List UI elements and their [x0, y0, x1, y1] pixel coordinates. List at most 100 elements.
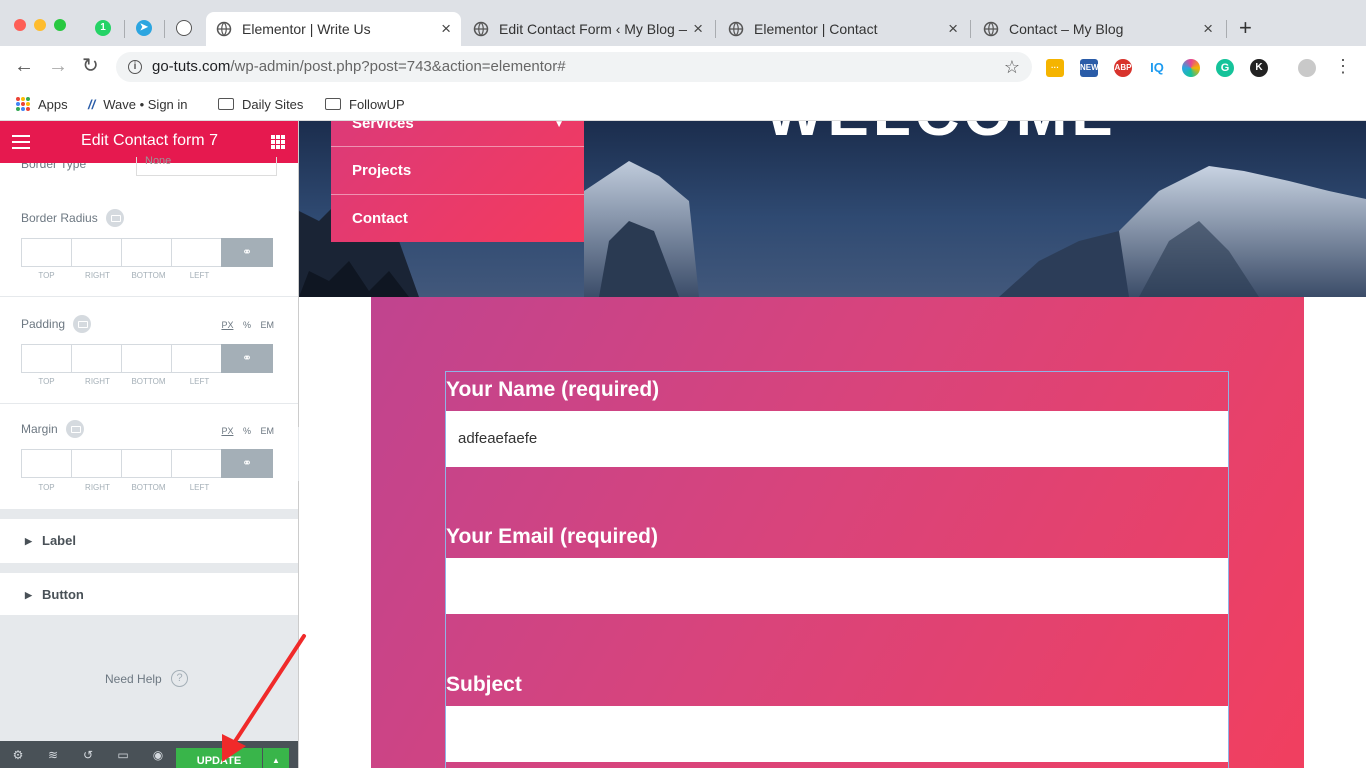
responsive-mode-icon[interactable]: ▭	[117, 749, 129, 761]
widgets-grid-icon[interactable]	[271, 135, 285, 149]
adblock-plus-icon[interactable]: ABP	[1114, 59, 1132, 77]
tab-elementor-contact[interactable]: Elementor | Contact ×	[718, 12, 968, 46]
apps-grid-icon	[16, 97, 30, 111]
padding-dimensions: ⚭	[21, 344, 277, 373]
dimension-top-input[interactable]	[21, 344, 72, 373]
link-values-icon[interactable]: ⚭	[221, 449, 273, 478]
globe-icon[interactable]	[176, 20, 192, 36]
dim-label-bottom: BOTTOM	[131, 377, 166, 386]
tab-title: Edit Contact Form ‹ My Blog —	[499, 21, 688, 37]
dimension-bottom-input[interactable]	[121, 238, 172, 267]
bookmark-star-icon[interactable]: ☆	[1004, 52, 1020, 82]
menu-kebab-icon[interactable]: ⋮	[1334, 54, 1352, 78]
question-circle-icon[interactable]: ?	[171, 670, 188, 687]
close-tab-icon[interactable]: ×	[441, 19, 451, 39]
section-label[interactable]: ▶ Label	[0, 519, 298, 563]
whatsapp-icon[interactable]: 1	[95, 20, 111, 36]
k-extension-icon[interactable]: K	[1250, 59, 1268, 77]
dimension-left-input[interactable]	[171, 449, 222, 478]
red-annotation-arrow-icon	[222, 634, 306, 762]
responsive-device-icon[interactable]	[65, 420, 84, 438]
bookmark-followup[interactable]: FollowUP	[325, 94, 405, 114]
margin-label: Margin	[21, 420, 84, 438]
back-arrow-icon[interactable]: ←	[14, 54, 34, 78]
border-type-select[interactable]: None	[136, 156, 277, 176]
tab-edit-contact-form[interactable]: Edit Contact Form ‹ My Blog — ×	[463, 12, 713, 46]
section-button[interactable]: ▶ Button	[0, 573, 298, 617]
dim-label-left: LEFT	[189, 271, 210, 280]
dimension-right-input[interactable]	[71, 449, 122, 478]
close-tab-icon[interactable]: ×	[693, 19, 703, 39]
iq-extension-icon[interactable]: IQ	[1148, 59, 1166, 77]
tab-title: Elementor | Write Us	[242, 21, 371, 37]
close-tab-icon[interactable]: ×	[1203, 19, 1213, 39]
unit-em[interactable]: EM	[261, 320, 275, 330]
dimension-top-input[interactable]	[21, 238, 72, 267]
bookmark-apps[interactable]: Apps	[16, 94, 68, 114]
grammarly-icon[interactable]: G	[1216, 59, 1234, 77]
minimize-window-button[interactable]	[34, 19, 46, 31]
new-tab-button[interactable]: +	[1239, 17, 1252, 39]
dim-label-right: RIGHT	[85, 377, 110, 386]
telegram-icon[interactable]: ➤	[136, 20, 152, 36]
forward-arrow-icon[interactable]: →	[48, 54, 68, 78]
tab-elementor-write-us[interactable]: Elementor | Write Us ×	[206, 12, 461, 46]
dimension-bottom-input[interactable]	[121, 344, 172, 373]
panel-title: Edit Contact form 7	[81, 132, 218, 149]
unit-px[interactable]: PX	[221, 320, 233, 330]
menu-item-services[interactable]: Services	[352, 121, 414, 132]
dimension-right-input[interactable]	[71, 344, 122, 373]
info-icon[interactable]: i	[128, 60, 142, 74]
wave-icon: //	[88, 96, 96, 112]
subject-field-label: Subject	[446, 673, 522, 696]
unit-percent[interactable]: %	[243, 426, 251, 436]
link-values-icon[interactable]: ⚭	[221, 238, 273, 267]
control-label: Padding	[21, 317, 66, 331]
new-extension-icon[interactable]: NEW	[1080, 59, 1099, 77]
dim-label-left: LEFT	[189, 377, 210, 386]
dimension-left-input[interactable]	[171, 344, 222, 373]
folder-icon	[218, 98, 234, 110]
bookmark-daily-sites[interactable]: Daily Sites	[218, 94, 303, 114]
bookmark-label: Wave • Sign in	[103, 96, 188, 112]
dim-label-bottom: BOTTOM	[131, 483, 166, 492]
responsive-device-icon[interactable]	[73, 315, 92, 333]
dimension-top-input[interactable]	[21, 449, 72, 478]
color-picker-icon[interactable]	[1182, 59, 1200, 77]
dim-label-top: TOP	[38, 271, 55, 280]
need-help-link[interactable]: Need Help	[105, 672, 162, 686]
reload-icon[interactable]: ↻	[82, 54, 99, 78]
close-tab-icon[interactable]: ×	[948, 19, 958, 39]
tab-title: Elementor | Contact	[754, 21, 878, 37]
dimension-bottom-input[interactable]	[121, 449, 172, 478]
bookmark-wave[interactable]: // Wave • Sign in	[88, 94, 188, 114]
name-input[interactable]: adfeaefaefe	[446, 411, 1228, 467]
profile-avatar[interactable]	[1298, 59, 1316, 77]
bookmark-label: Apps	[38, 96, 68, 112]
dimension-left-input[interactable]	[171, 238, 222, 267]
chevron-down-icon[interactable]: ▼	[554, 121, 564, 130]
notes-extension-icon[interactable]: ···	[1046, 59, 1064, 77]
menu-item-contact[interactable]: Contact	[331, 194, 584, 242]
padding-units: PX % EM	[214, 320, 274, 330]
responsive-device-icon[interactable]	[105, 209, 124, 227]
dimension-right-input[interactable]	[71, 238, 122, 267]
unit-px[interactable]: PX	[221, 426, 233, 436]
navigator-layers-icon[interactable]: ≋	[47, 749, 59, 761]
tab-contact-my-blog[interactable]: Contact – My Blog ×	[973, 12, 1223, 46]
dim-label-left: LEFT	[189, 483, 210, 492]
email-input[interactable]	[446, 558, 1228, 614]
contact-form-section: Your Name (required) adfeaefaefe Your Em…	[371, 297, 1304, 768]
menu-item-projects[interactable]: Projects	[331, 146, 584, 194]
unit-percent[interactable]: %	[243, 320, 251, 330]
history-icon[interactable]: ↺	[82, 749, 94, 761]
close-window-button[interactable]	[14, 19, 26, 31]
preview-eye-icon[interactable]: ◉	[152, 749, 164, 761]
subject-input[interactable]	[446, 706, 1228, 762]
link-values-icon[interactable]: ⚭	[221, 344, 273, 373]
folder-icon	[325, 98, 341, 110]
maximize-window-button[interactable]	[54, 19, 66, 31]
unit-em[interactable]: EM	[261, 426, 275, 436]
settings-gear-icon[interactable]: ⚙	[12, 749, 24, 761]
address-bar[interactable]: i go-tuts.com/wp-admin/post.php?post=743…	[116, 52, 1032, 82]
